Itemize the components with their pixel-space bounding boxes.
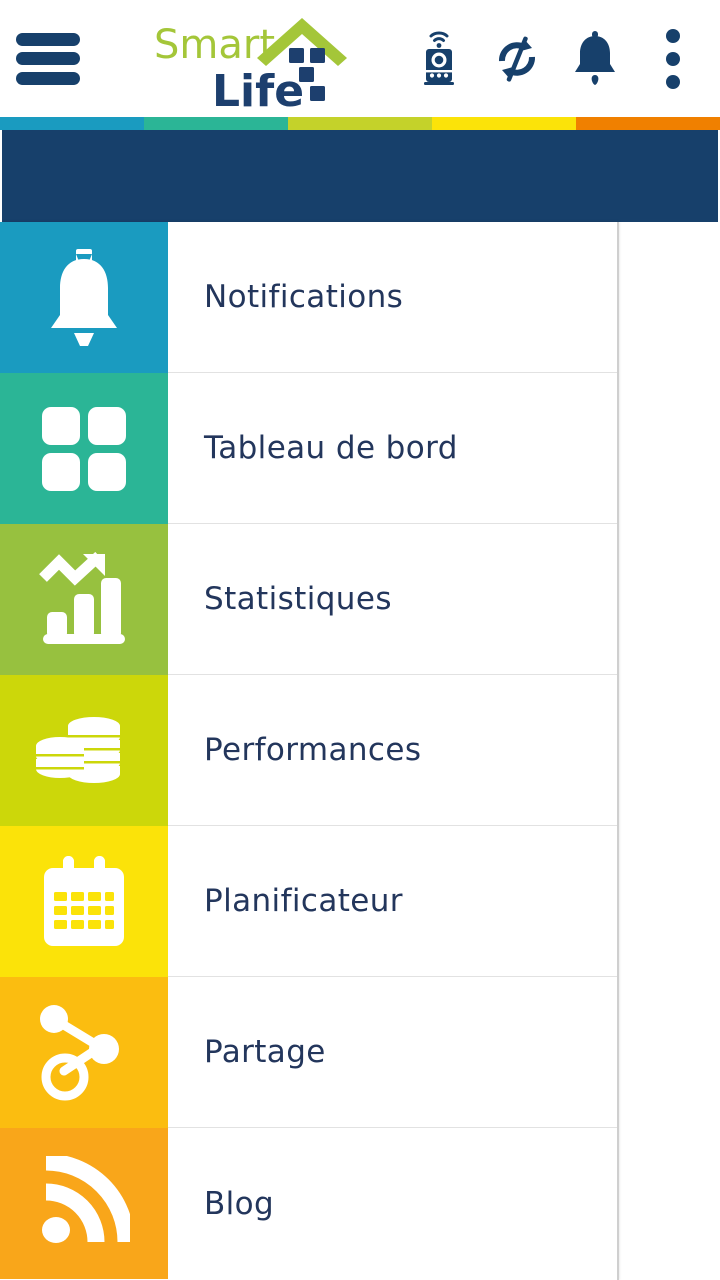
sidebar-label-wrap: Planificateur [168,826,617,977]
sidebar-tile-statistics [0,524,168,675]
stripe-segment-5 [576,117,720,130]
sidebar-label-wrap: Statistiques [168,524,617,675]
sidebar-label-wrap: Blog [168,1128,617,1279]
sidebar-item-label: Tableau de bord [204,430,458,466]
menu-bar-2 [16,52,80,65]
bell-icon [51,248,117,346]
stripe-segment-2 [144,117,288,130]
rss-icon [42,1155,130,1243]
color-stripe [0,117,720,130]
sync-icon[interactable] [478,19,556,99]
sidebar-tile-performance [0,675,168,826]
share-icon [40,1004,119,1100]
sidebar-item-performance[interactable]: Performances [0,675,617,826]
bell-icon[interactable] [556,19,634,99]
bar-chart-icon [39,551,125,644]
coins-icon [36,716,120,783]
app-logo[interactable]: Smart Life [150,10,360,110]
page-body: Notifications Tableau de bord Statistiqu… [0,222,720,1280]
sidebar-tile-blog [0,1128,168,1279]
sidebar-label-wrap: Partage [168,977,617,1128]
navigation-drawer: Notifications Tableau de bord Statistiqu… [0,222,617,1280]
sidebar-item-label: Performances [204,732,422,768]
sidebar-tile-notifications [0,222,168,373]
app-bar-actions [400,0,712,117]
app-root: Smart Life Notifications Tableau de bord… [0,0,720,1280]
sidebar-item-label: Statistiques [204,581,392,617]
sidebar-item-statistics[interactable]: Statistiques [0,524,617,675]
sidebar-tile-dashboard [0,373,168,524]
page-header-band [2,130,718,222]
menu-bar-3 [16,71,80,85]
app-bar: Smart Life [0,0,720,117]
logo-word-life: Life [212,66,304,110]
sidebar-label-wrap: Tableau de bord [168,373,617,524]
sidebar-label-wrap: Performances [168,675,617,826]
sidebar-item-notifications[interactable]: Notifications [0,222,617,373]
sidebar-tile-scheduler [0,826,168,977]
stripe-segment-4 [432,117,576,130]
sidebar-tile-share [0,977,168,1128]
smart-device-icon[interactable] [400,19,478,99]
menu-icon[interactable] [16,29,94,89]
stripe-segment-3 [288,117,432,130]
sidebar-item-dashboard[interactable]: Tableau de bord [0,373,617,524]
sidebar-item-label: Partage [204,1034,326,1070]
sidebar-item-label: Blog [204,1185,275,1222]
sidebar-item-label: Planificateur [204,883,403,919]
stripe-segment-1 [0,117,144,130]
sidebar-item-scheduler[interactable]: Planificateur [0,826,617,977]
grid-icon [42,406,126,491]
drawer-scrim-edge[interactable] [617,222,619,1280]
logo-word-smart: Smart [154,22,275,68]
sidebar-label-wrap: Notifications [168,222,617,373]
menu-bar-1 [16,32,80,46]
sidebar-item-share[interactable]: Partage [0,977,617,1128]
sidebar-item-blog[interactable]: Blog [0,1128,617,1279]
sidebar-item-label: Notifications [204,279,404,315]
overflow-menu-icon[interactable] [634,19,712,99]
calendar-icon [44,855,124,946]
